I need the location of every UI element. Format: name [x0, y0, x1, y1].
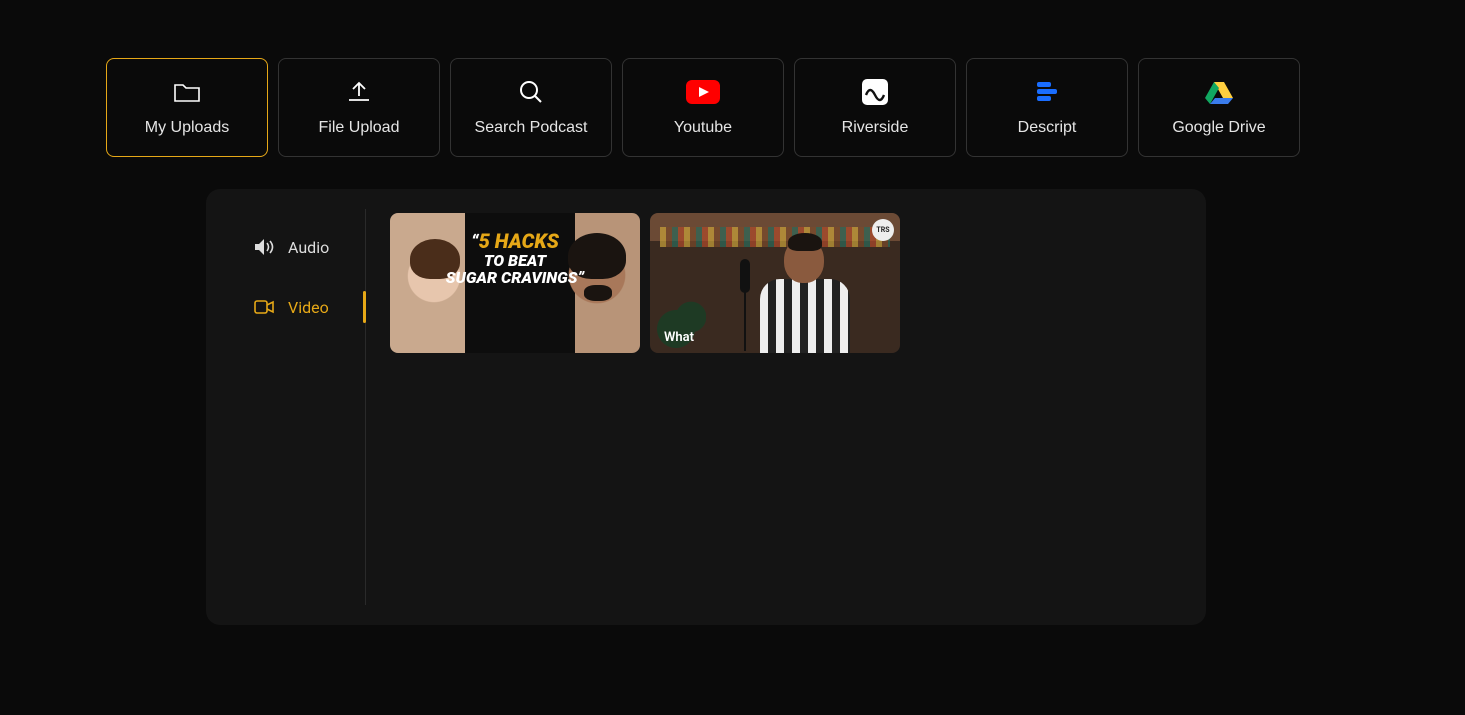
sidebar-item-audio[interactable]: Audio: [206, 217, 365, 277]
tab-search-podcast[interactable]: Search Podcast: [450, 58, 612, 157]
video-thumbnail[interactable]: “5 HACKS TO BEAT SUGAR CRAVINGS”: [390, 213, 640, 353]
tab-descript[interactable]: Descript: [966, 58, 1128, 157]
quote-open: “: [471, 232, 479, 253]
tab-riverside[interactable]: Riverside: [794, 58, 956, 157]
video-camera-icon: [254, 297, 274, 317]
sidebar-item-video[interactable]: Video: [206, 277, 365, 337]
thumbnail-caption: What: [664, 330, 694, 345]
channel-badge: TRS: [872, 219, 894, 241]
thumbnail-overlay-text: “5 HACKS TO BEAT SUGAR CRAVINGS”: [445, 231, 585, 286]
sidebar-item-label: Video: [288, 298, 329, 317]
tab-label: File Upload: [319, 119, 400, 137]
search-icon: [518, 79, 544, 105]
tab-google-drive[interactable]: Google Drive: [1138, 58, 1300, 157]
tab-youtube[interactable]: Youtube: [622, 58, 784, 157]
google-drive-icon: [1205, 79, 1233, 105]
riverside-icon: [862, 79, 888, 105]
video-thumbnail[interactable]: TRS What: [650, 213, 900, 353]
media-type-sidebar: Audio Video: [206, 209, 366, 605]
overlay-line-3: SUGAR CRAVINGS”: [445, 270, 585, 287]
youtube-icon: [686, 79, 720, 105]
upload-icon: [346, 79, 372, 105]
sidebar-item-label: Audio: [288, 238, 329, 257]
tab-label: My Uploads: [145, 119, 229, 137]
overlay-line-1: 5 HACKS: [479, 229, 559, 253]
video-thumbnails: “5 HACKS TO BEAT SUGAR CRAVINGS” TRS Wha…: [366, 209, 924, 605]
tab-label: Descript: [1018, 119, 1077, 137]
tab-label: Google Drive: [1172, 119, 1265, 137]
thumbnail-person: [750, 233, 860, 353]
descript-icon: [1034, 79, 1060, 105]
tab-label: Riverside: [842, 119, 909, 137]
tab-file-upload[interactable]: File Upload: [278, 58, 440, 157]
microphone-icon: [740, 259, 750, 293]
folder-icon: [173, 79, 201, 105]
tab-label: Youtube: [674, 119, 732, 137]
speaker-icon: [254, 237, 274, 257]
tab-my-uploads[interactable]: My Uploads: [106, 58, 268, 157]
source-tabs: My Uploads File Upload Search Podcast: [106, 58, 1359, 157]
tab-label: Search Podcast: [475, 119, 588, 137]
uploads-panel: Audio Video “5 HACKS: [206, 189, 1206, 625]
